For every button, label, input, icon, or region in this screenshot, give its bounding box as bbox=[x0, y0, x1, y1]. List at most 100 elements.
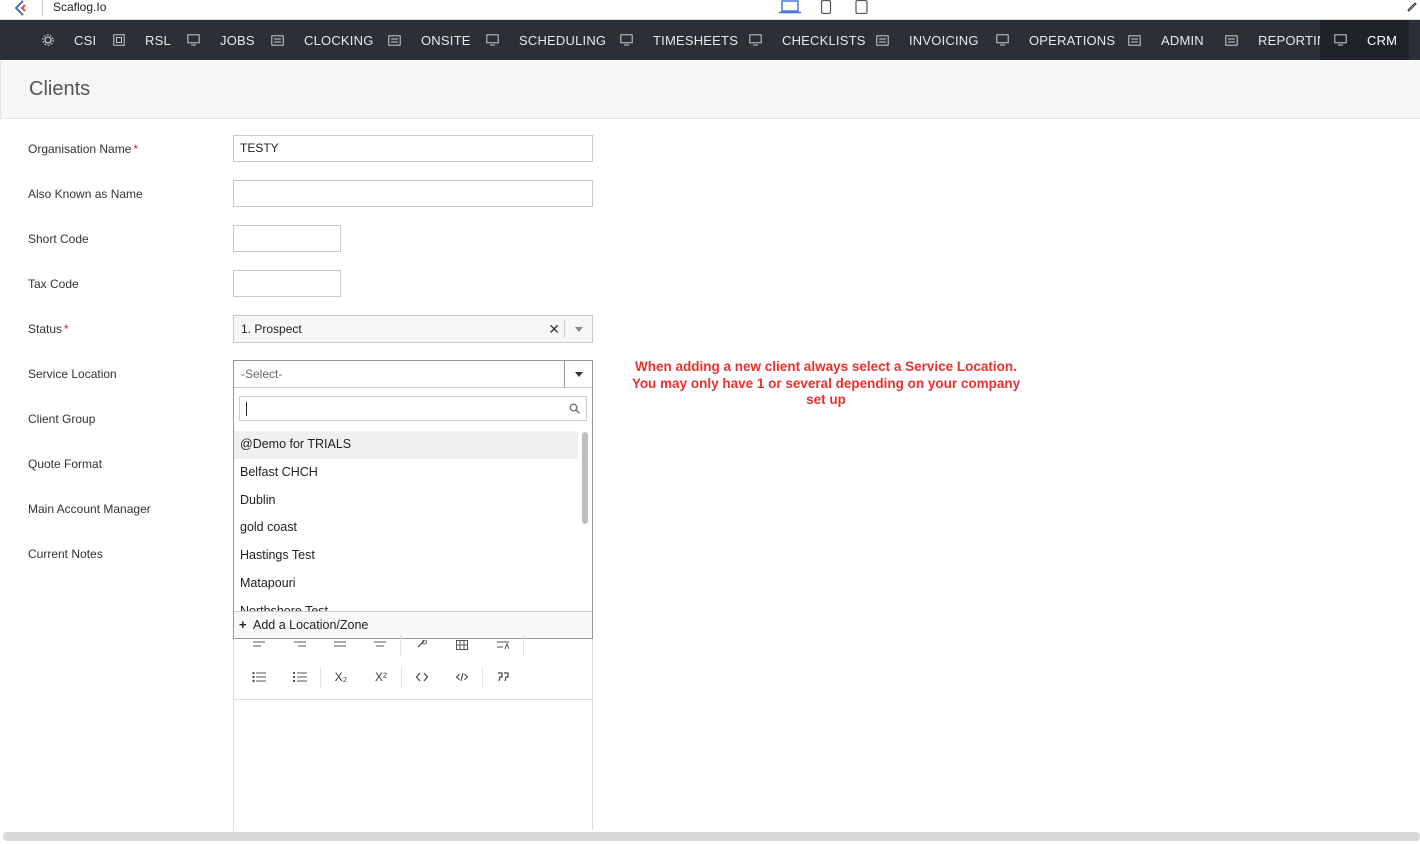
help-note: When adding a new client always select a… bbox=[631, 359, 1021, 407]
select-divider bbox=[564, 361, 565, 387]
nav-item-csi[interactable]: CSI bbox=[42, 20, 96, 60]
required-marker: * bbox=[64, 322, 69, 336]
clear-icon[interactable]: ✕ bbox=[548, 321, 560, 338]
nav-item-onsite[interactable]: ONSITE bbox=[388, 20, 471, 60]
current-notes-label: Current Notes bbox=[28, 547, 103, 561]
nav-item-label: RSL bbox=[145, 32, 171, 48]
chevron-down-icon[interactable] bbox=[575, 327, 583, 332]
app-titlebar: Scaflog.Io bbox=[0, 0, 1420, 20]
format-text-icon[interactable] bbox=[488, 633, 518, 657]
current-notes-editor[interactable]: X₂ X² bbox=[233, 634, 593, 830]
subscript-icon[interactable]: X₂ bbox=[326, 665, 356, 689]
location-option[interactable]: gold coast bbox=[234, 514, 578, 542]
nav-item-timesheets[interactable]: TIMESHEETS bbox=[620, 20, 738, 60]
link-icon[interactable] bbox=[406, 633, 436, 657]
location-option[interactable]: Matapouri bbox=[234, 570, 578, 598]
nav-item-crm[interactable]: CRM bbox=[1320, 20, 1410, 60]
nav-item-label: CLOCKING bbox=[304, 32, 374, 48]
nav-item-scheduling[interactable]: SCHEDULING bbox=[486, 20, 606, 60]
gear-icon bbox=[42, 34, 64, 46]
edit-pencil-icon[interactable] bbox=[1406, 0, 1418, 12]
table-icon[interactable] bbox=[447, 633, 477, 657]
toolbar-separator bbox=[401, 667, 402, 689]
numbered-list-icon[interactable] bbox=[285, 665, 315, 689]
service-location-label: Service Location bbox=[28, 367, 117, 381]
toolbar-separator bbox=[400, 634, 401, 656]
main-nav: CSI RSL JOBS CLOCKING ONSITE SCHEDULING TIMESH… bbox=[0, 20, 1420, 60]
align-left-icon[interactable] bbox=[244, 633, 274, 657]
window-title: Scaflog.Io bbox=[53, 0, 107, 14]
status-select[interactable]: 1. Prospect ✕ bbox=[233, 315, 593, 343]
nav-item-label: SCHEDULING bbox=[519, 32, 607, 48]
required-marker: * bbox=[133, 142, 139, 156]
horizontal-scrollbar[interactable] bbox=[3, 832, 1420, 841]
organisation-name-label: Organisation Name * bbox=[28, 142, 139, 156]
location-option[interactable]: @Demo for TRIALS bbox=[234, 431, 578, 459]
service-location-dropdown[interactable]: -Select- @Demo for TRIALS Belfast CHCH Dub… bbox=[233, 360, 593, 639]
app-logo-icon bbox=[14, 0, 26, 16]
organisation-name-input[interactable]: TESTY bbox=[233, 135, 593, 162]
page-title: Clients bbox=[29, 78, 91, 100]
toolbar-separator bbox=[523, 634, 524, 656]
toolbar-separator bbox=[482, 667, 483, 689]
location-option[interactable]: Northshore Test bbox=[234, 598, 578, 611]
quote-format-label: Quote Format bbox=[28, 457, 103, 471]
monitor-icon bbox=[187, 34, 210, 46]
tax-code-input[interactable] bbox=[233, 270, 341, 297]
panel-icon bbox=[1128, 34, 1151, 46]
editor-toolbar-row-1 bbox=[234, 633, 592, 657]
nav-item-label: ONSITE bbox=[421, 32, 471, 48]
nav-item-label: CSI bbox=[74, 32, 97, 48]
status-label: Status * bbox=[28, 322, 69, 336]
nav-item-checklists[interactable]: CHECKLISTS bbox=[749, 20, 866, 60]
location-search-input[interactable] bbox=[239, 396, 587, 421]
titlebar-divider bbox=[42, 0, 43, 16]
monitor-icon bbox=[749, 34, 772, 46]
location-option[interactable]: Belfast CHCH bbox=[234, 459, 578, 487]
align-right-icon[interactable] bbox=[285, 633, 315, 657]
code-icon[interactable] bbox=[407, 665, 437, 689]
dropdown-scrollbar[interactable] bbox=[581, 432, 589, 612]
blockquote-icon[interactable] bbox=[488, 665, 518, 689]
nav-item-admin[interactable]: ADMIN bbox=[1128, 20, 1204, 60]
main-account-manager-label: Main Account Manager bbox=[28, 502, 151, 516]
select-divider bbox=[564, 320, 565, 338]
nav-item-jobs[interactable]: JOBS bbox=[187, 20, 255, 60]
nav-item-label: OPERATIONS bbox=[1029, 32, 1116, 48]
align-justify-icon[interactable] bbox=[325, 633, 355, 657]
also-known-as-input[interactable] bbox=[233, 180, 593, 207]
monitor-icon bbox=[486, 34, 509, 46]
phone-view-icon[interactable] bbox=[820, 0, 832, 14]
tax-code-label: Tax Code bbox=[28, 277, 79, 291]
source-code-icon[interactable] bbox=[447, 665, 477, 689]
service-location-select[interactable]: -Select- bbox=[234, 361, 592, 388]
laptop-view-icon[interactable] bbox=[779, 0, 801, 14]
chevron-down-icon[interactable] bbox=[575, 372, 583, 377]
client-group-label: Client Group bbox=[28, 412, 96, 426]
short-code-label: Short Code bbox=[28, 232, 89, 246]
panel-icon bbox=[1225, 34, 1248, 46]
page-header: Clients bbox=[0, 61, 1420, 119]
nav-item-clocking[interactable]: CLOCKING bbox=[271, 20, 374, 60]
location-option[interactable]: Hastings Test bbox=[234, 542, 578, 570]
short-code-input[interactable] bbox=[233, 225, 341, 252]
editor-toolbar-row-2: X₂ X² bbox=[234, 665, 592, 700]
nav-item-operations[interactable]: OPERATIONS bbox=[996, 20, 1115, 60]
location-options-list: @Demo for TRIALS Belfast CHCH Dublin gold c… bbox=[234, 431, 578, 611]
search-icon bbox=[569, 403, 580, 414]
superscript-icon[interactable]: X² bbox=[366, 665, 396, 689]
align-center-icon[interactable] bbox=[365, 633, 395, 657]
scrollbar-thumb[interactable] bbox=[582, 432, 588, 524]
add-location-label: Add a Location/Zone bbox=[253, 618, 369, 632]
nav-item-label: CRM bbox=[1367, 32, 1398, 48]
toolbar-separator bbox=[320, 667, 321, 689]
panel-icon bbox=[271, 34, 294, 46]
nav-item-invoicing[interactable]: INVOICING bbox=[876, 20, 979, 60]
tablet-view-icon[interactable] bbox=[855, 0, 868, 14]
monitor-icon bbox=[620, 34, 643, 46]
nav-item-rsl[interactable]: RSL bbox=[113, 20, 171, 60]
text-caret bbox=[246, 402, 247, 416]
monitor-icon bbox=[996, 34, 1019, 46]
bulleted-list-icon[interactable] bbox=[244, 665, 274, 689]
location-option[interactable]: Dublin bbox=[234, 487, 578, 515]
